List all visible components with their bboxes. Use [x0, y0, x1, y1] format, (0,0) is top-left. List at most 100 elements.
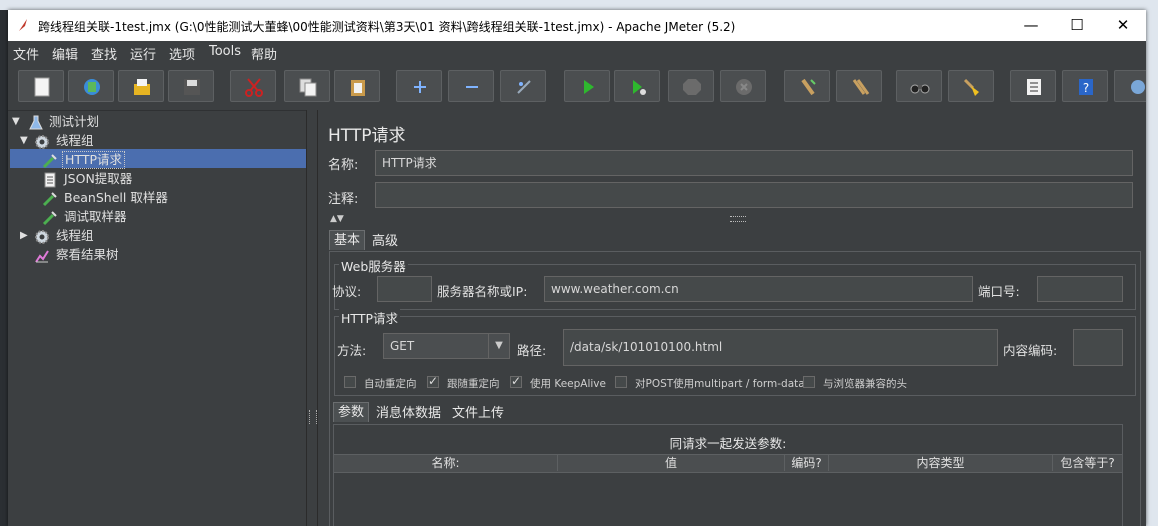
collapse-icon	[466, 86, 478, 88]
remote-button[interactable]	[1114, 70, 1146, 102]
expand-all-button[interactable]	[396, 70, 442, 102]
test-tree: ▼ 测试计划 ▼ 线程组 HTTP请求 JSON提取器 BeanShell 取样…	[8, 110, 306, 526]
jmeter-feather-icon	[19, 19, 27, 31]
parameters-table-header: 名称: 值 编码? 内容类型 包含等于?	[334, 454, 1122, 473]
gear-icon	[35, 135, 49, 149]
reset-search-icon	[963, 78, 979, 96]
tree-node-results-tree[interactable]: 察看结果树	[34, 246, 294, 264]
save-button[interactable]	[168, 70, 214, 102]
path-label: 路径:	[517, 343, 547, 358]
port-field[interactable]	[1037, 276, 1123, 302]
method-select[interactable]: GET ▼	[383, 333, 510, 359]
maximize-button[interactable]: ☐	[1054, 10, 1100, 41]
keepalive-checkbox[interactable]: ✓	[510, 374, 522, 388]
tree-node-label: BeanShell 取样器	[64, 190, 168, 205]
comment-field[interactable]	[375, 182, 1133, 208]
browser-headers-checkbox[interactable]	[803, 376, 815, 388]
clear-all-button[interactable]	[836, 70, 882, 102]
menu-run[interactable]: 运行	[130, 44, 156, 63]
path-field[interactable]: /data/sk/101010100.html	[563, 329, 998, 366]
search-button[interactable]	[896, 70, 942, 102]
splitter-grip-icon	[309, 410, 317, 424]
chevron-down-icon[interactable]: ▼	[488, 334, 509, 358]
clear-all-icon	[852, 79, 870, 95]
tree-node-beanshell-sampler[interactable]: BeanShell 取样器	[42, 189, 292, 207]
tab-file-upload[interactable]: 文件上传	[448, 404, 508, 424]
name-field[interactable]: HTTP请求	[375, 150, 1133, 176]
collapsed-triangle-icon[interactable]: ▶	[20, 227, 28, 245]
help-icon: ?	[1079, 79, 1093, 95]
tab-advanced[interactable]: 高级	[368, 232, 402, 252]
protocol-field[interactable]	[377, 276, 432, 302]
encoding-field[interactable]	[1073, 329, 1123, 366]
minimize-button[interactable]: —	[1008, 10, 1054, 41]
cut-button[interactable]	[230, 70, 276, 102]
server-field[interactable]: www.weather.com.cn	[544, 276, 973, 302]
tab-parameters[interactable]: 参数	[333, 402, 370, 422]
auto-redirect-label: 自动重定向	[364, 378, 417, 390]
column-header-include-equals[interactable]: 包含等于?	[1053, 455, 1122, 471]
clear-button[interactable]	[784, 70, 830, 102]
resize-grip-icon[interactable]	[730, 216, 746, 222]
tree-node-thread-group[interactable]: ▼ 线程组	[20, 132, 290, 150]
test-plan-icon	[29, 115, 43, 130]
tree-node-label: 调试取样器	[64, 209, 127, 224]
method-value: GET	[390, 339, 415, 353]
function-helper-button[interactable]	[1010, 70, 1056, 102]
pipette-icon	[42, 154, 57, 169]
tree-node-debug-sampler[interactable]: 调试取样器	[42, 208, 292, 226]
reset-search-button[interactable]	[948, 70, 994, 102]
collapse-arrows-icon[interactable]: ▲▼	[330, 214, 344, 224]
keepalive-label: 使用 KeepAlive	[530, 378, 606, 390]
menu-file[interactable]: 文件	[13, 44, 39, 63]
method-label: 方法:	[337, 343, 367, 358]
expand-triangle-icon[interactable]: ▼	[12, 113, 20, 131]
parameters-caption: 同请求一起发送参数:	[669, 436, 787, 451]
menu-tools[interactable]: Tools	[209, 44, 241, 59]
open-icon	[134, 79, 150, 95]
open-button[interactable]	[118, 70, 164, 102]
tree-node-http-request[interactable]: HTTP请求	[42, 151, 292, 169]
copy-button[interactable]	[284, 70, 330, 102]
jmeter-window: 跨线程组关联-1test.jmx (G:\0性能测试大董蜂\00性能测试资料\第…	[8, 10, 1146, 526]
split-pane-divider[interactable]	[306, 110, 318, 526]
column-header-content-type[interactable]: 内容类型	[829, 455, 1053, 471]
tree-node-json-extractor[interactable]: JSON提取器	[42, 170, 292, 188]
follow-redirect-checkbox[interactable]: ✓	[427, 374, 439, 388]
auto-redirect-checkbox[interactable]	[344, 376, 356, 388]
help-button[interactable]: ?	[1062, 70, 1108, 102]
menu-edit[interactable]: 编辑	[52, 44, 78, 63]
tree-node-test-plan[interactable]: ▼ 测试计划	[12, 113, 292, 131]
paste-button[interactable]	[334, 70, 380, 102]
close-button[interactable]: ✕	[1100, 10, 1146, 41]
column-header-value[interactable]: 值	[558, 455, 785, 471]
column-header-encode[interactable]: 编码?	[785, 455, 829, 471]
desktop-background-right	[1146, 10, 1158, 526]
menu-search[interactable]: 查找	[91, 44, 117, 63]
start-no-pause-button[interactable]	[614, 70, 660, 102]
start-button[interactable]	[564, 70, 610, 102]
tab-content: Web服务器 协议: 服务器名称或IP: www.weather.com.cn …	[329, 251, 1141, 526]
toggle-icon	[517, 80, 531, 94]
tab-body-data[interactable]: 消息体数据	[372, 404, 445, 424]
comment-label: 注释:	[328, 192, 359, 207]
shutdown-button[interactable]	[720, 70, 766, 102]
tree-node-label: 察看结果树	[56, 247, 119, 262]
expand-triangle-icon[interactable]: ▼	[20, 132, 28, 150]
new-icon	[34, 77, 50, 97]
copy-icon	[299, 78, 317, 97]
stop-button[interactable]	[668, 70, 714, 102]
collapse-all-button[interactable]	[448, 70, 494, 102]
protocol-label: 协议:	[332, 284, 362, 299]
tree-node-thread-group-2[interactable]: ▶ 线程组	[20, 227, 290, 245]
tab-basic[interactable]: 基本	[329, 230, 366, 250]
menu-help[interactable]: 帮助	[251, 44, 277, 63]
toggle-button[interactable]	[500, 70, 546, 102]
new-button[interactable]	[18, 70, 64, 102]
name-label: 名称:	[328, 158, 359, 173]
column-header-name[interactable]: 名称:	[334, 455, 558, 471]
templates-button[interactable]	[68, 70, 114, 102]
multipart-checkbox[interactable]	[615, 376, 627, 388]
port-label: 端口号:	[978, 284, 1020, 299]
menu-options[interactable]: 选项	[169, 44, 195, 63]
